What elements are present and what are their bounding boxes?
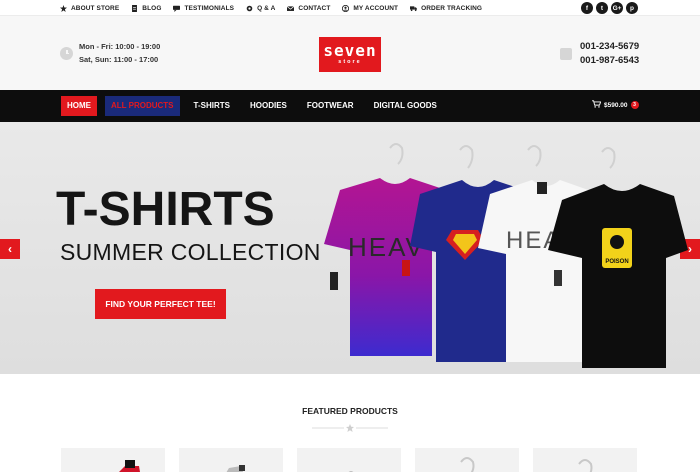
cart-icon [592,100,602,110]
find-tee-button[interactable]: FIND YOUR PERFECT TEE! [95,289,226,319]
chat-icon [173,5,181,12]
truck-icon [410,5,418,12]
phone-icon [560,48,572,60]
facebook-icon[interactable]: f [581,2,593,14]
product-thumbnail [348,471,354,472]
phone-numbers: 001-234-5679 001-987-6543 [560,40,639,68]
hours-weekend: Sat, Sun: 11:00 - 17:00 [79,55,159,64]
top-bar: ABOUT STORE BLOG TESTIMONIALS Q & A CONT… [0,0,700,16]
toplink-blog[interactable]: BLOG [131,4,162,12]
featured-section: FEATURED PRODUCTS [0,374,700,472]
slider-prev-arrow[interactable]: ‹ [0,239,20,259]
product-card[interactable] [533,448,637,472]
toplink-label: CONTACT [298,4,331,12]
envelope-icon [287,5,295,12]
product-thumbnail [578,459,593,472]
toplink-label: ORDER TRACKING [421,4,483,12]
document-icon [131,4,138,12]
clock-icon [60,46,73,60]
poison-badge: POISON [605,259,628,265]
twitter-icon[interactable]: t [596,2,608,14]
cart-total: $590.00 [604,101,628,109]
toplink-qa[interactable]: Q & A [246,5,275,12]
toplink-order-tracking[interactable]: ORDER TRACKING [410,5,482,12]
toplink-label: MY ACCOUNT [353,4,399,12]
hanger-icon [389,143,616,169]
opening-hours: Mon - Fri: 10:00 - 19:00 Sat, Sun: 11:00… [60,40,160,66]
nav-item-all-products[interactable]: ALL PRODUCTS [105,96,180,116]
toplink-label: Q & A [257,4,276,12]
toplink-label: BLOG [142,4,162,12]
product-card[interactable] [179,448,283,472]
top-links: ABOUT STORE BLOG TESTIMONIALS Q & A CONT… [60,0,482,16]
star-icon [60,4,67,12]
product-card[interactable] [297,448,401,472]
nav-item-digital-goods[interactable]: DIGITAL GOODS [368,96,443,116]
pinterest-icon[interactable]: p [626,2,638,14]
featured-title: FEATURED PRODUCTS [302,406,398,416]
store-logo[interactable]: seven store [319,37,381,72]
product-cards [61,448,637,472]
hero-title: T-SHIRTS [56,183,275,236]
product-thumbnail [460,457,475,472]
toplink-label: ABOUT STORE [71,4,120,12]
logo-tagline: store [338,59,362,65]
nav-item-home[interactable]: HOME [61,96,97,116]
cart-count-badge: 3 [630,101,639,109]
product-card[interactable] [61,448,165,472]
googleplus-icon[interactable]: G+ [611,2,623,14]
product-card[interactable] [415,448,519,472]
hours-weekdays: Mon - Fri: 10:00 - 19:00 [79,42,161,51]
gear-icon [246,5,253,12]
social-links: f t G+ p [581,2,638,14]
tshirts-hero-image: HEAV HEAV POISON [324,143,688,368]
nav-items: HOME ALL PRODUCTS T-SHIRTS HOODIES FOOTW… [61,96,443,116]
cart-button[interactable]: $590.00 3 [592,100,639,110]
product-thumbnail [119,460,140,472]
toplink-label: TESTIMONIALS [184,4,235,12]
hero-slider: T-SHIRTS SUMMER COLLECTION FIND YOUR PER… [0,122,700,374]
nav-item-footwear[interactable]: FOOTWEAR [301,96,360,116]
section-divider [312,424,388,432]
nav-item-t-shirts[interactable]: T-SHIRTS [188,96,236,116]
hero-subtitle: SUMMER COLLECTION [60,239,321,265]
user-icon [342,4,350,12]
toplink-about-store[interactable]: ABOUT STORE [60,4,120,12]
toplink-my-account[interactable]: MY ACCOUNT [342,4,399,12]
toplink-contact[interactable]: CONTACT [287,5,330,12]
logo-wordmark: seven [323,41,377,60]
product-thumbnail [226,465,245,472]
phone-number-1: 001-234-5679 [580,41,640,52]
main-nav: HOME ALL PRODUCTS T-SHIRTS HOODIES FOOTW… [0,90,700,122]
phone-number-2: 001-987-6543 [580,55,640,66]
toplink-testimonials[interactable]: TESTIMONIALS [173,5,234,12]
nav-item-hoodies[interactable]: HOODIES [244,96,293,116]
